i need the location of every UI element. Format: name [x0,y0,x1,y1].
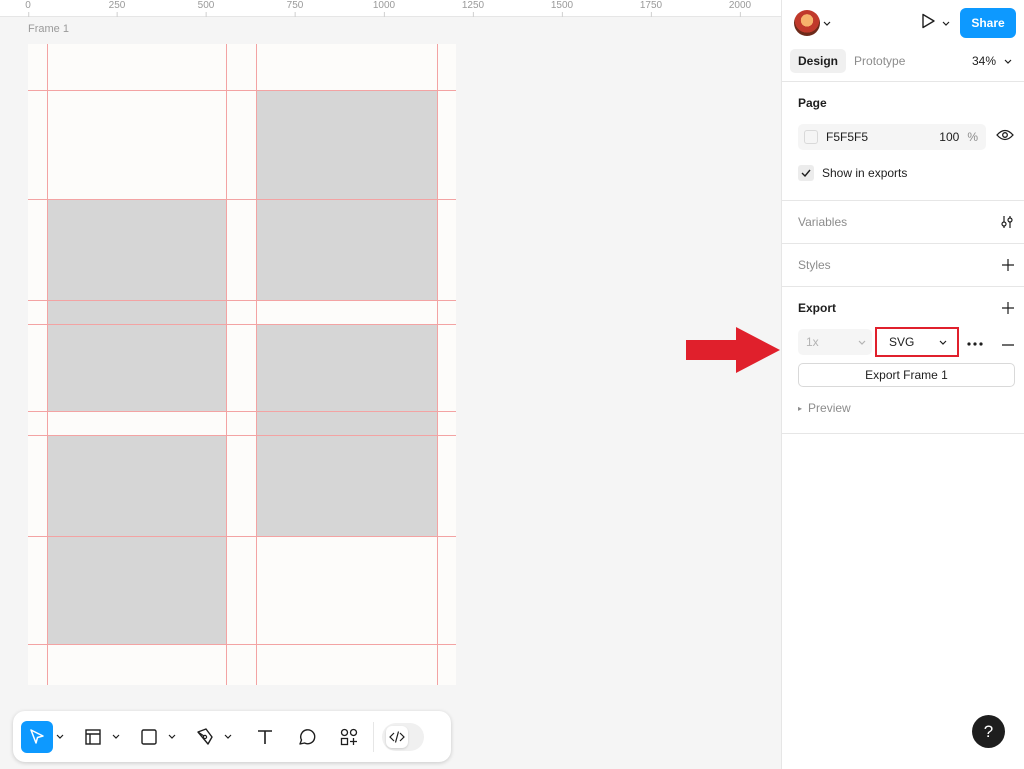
show-in-exports-row[interactable]: Show in exports [798,160,1014,186]
grid-column-line [226,44,227,685]
grid-row-line [28,411,456,412]
pen-icon [189,721,221,753]
remove-export-icon[interactable] [1002,333,1014,351]
comment-icon [291,721,323,753]
grid-row-line [28,90,456,91]
plus-icon[interactable] [1002,259,1014,271]
chevron-right-icon: ▸ [798,403,803,413]
more-options-icon[interactable] [967,333,983,351]
export-section: Export 1x SVG Export Frame 1 ▸ Preview [782,287,1024,434]
styles-section-title: Styles [798,258,831,272]
chevron-down-icon[interactable] [942,14,950,32]
grid-row-line [28,300,456,301]
grid-row-line [28,324,456,325]
design-canvas[interactable]: Frame 1 [0,18,781,769]
frame-name-label[interactable]: Frame 1 [28,23,69,35]
move-tool[interactable] [21,720,67,753]
chevron-down-icon[interactable] [165,734,179,740]
actions-tool[interactable] [333,721,365,753]
bottom-toolbar [13,711,451,762]
grid-column-line [437,44,438,685]
help-button[interactable]: ? [972,715,1005,748]
placeholder-rect[interactable] [257,91,438,300]
placeholder-rect[interactable] [48,435,227,644]
pen-tool[interactable] [189,721,235,753]
share-button[interactable]: Share [960,8,1016,38]
ruler-tick: 1000 [372,0,396,17]
panel-header: Share [782,0,1024,46]
ruler-tick: 2000 [728,0,752,17]
page-color-hex[interactable]: F5F5F5 [826,130,939,144]
actions-icon [333,721,365,753]
variables-section-title: Variables [798,215,848,229]
page-section: Page F5F5F5 100 % Show in exports [782,82,1024,201]
styles-section: Styles [782,244,1024,287]
frame-icon [77,721,109,753]
horizontal-ruler: 0 250 500 750 1000 1250 1500 1750 2000 [0,0,781,17]
export-format-select[interactable]: SVG [875,327,959,357]
chevron-down-icon [1004,54,1012,68]
ruler-tick: 500 [197,0,215,17]
sliders-icon[interactable] [1000,215,1014,229]
preview-label: Preview [808,401,851,415]
preview-toggle[interactable]: ▸ Preview [798,399,1014,417]
eye-icon[interactable] [996,128,1014,147]
rectangle-icon [133,721,165,753]
placeholder-rect[interactable] [48,199,227,411]
panel-tabs: Design Prototype 34% [782,46,1024,82]
ruler-tick: 1500 [550,0,574,17]
properties-panel: Share Design Prototype 34% Page F5F5F5 1… [781,0,1024,769]
opacity-unit: % [967,130,978,144]
chevron-down-icon [939,335,947,349]
text-icon [249,721,281,753]
chevron-down-icon[interactable] [53,734,67,740]
add-export-icon[interactable] [1002,302,1014,314]
ruler-tick: 1750 [639,0,663,17]
chevron-down-icon [858,335,866,349]
grid-column-line [256,44,257,685]
export-format-value: SVG [889,335,915,349]
tab-prototype[interactable]: Prototype [846,49,913,73]
export-frame-button[interactable]: Export Frame 1 [798,363,1015,387]
grid-row-line [28,644,456,645]
ruler-tick: 250 [108,0,126,17]
frame-tool[interactable] [77,721,123,753]
grid-column-line [47,44,48,685]
zoom-dropdown[interactable]: 34% [972,54,1016,68]
code-icon [386,725,408,748]
show-in-exports-label: Show in exports [822,166,908,180]
move-icon [21,720,53,753]
toolbar-divider [373,721,374,752]
page-section-title: Page [798,96,827,110]
grid-row-line [28,435,456,436]
red-arrow-annotation [686,327,780,373]
ruler-tick: 750 [286,0,304,17]
chevron-down-icon[interactable] [109,734,123,740]
show-in-exports-checkbox[interactable] [798,165,814,181]
placeholder-rect[interactable] [257,324,438,536]
comment-tool[interactable] [291,721,323,753]
export-section-title: Export [798,301,837,315]
zoom-level: 34% [971,53,996,68]
play-icon [920,13,936,34]
frame-1[interactable] [28,44,456,685]
ruler-tick: 1250 [461,0,485,17]
ruler-tick: 0 [25,0,31,17]
export-scale-select[interactable]: 1x [798,329,872,355]
page-color-field[interactable]: F5F5F5 100 % [798,124,986,150]
shape-tool[interactable] [133,721,179,753]
page-opacity-value[interactable]: 100 [939,130,959,144]
variables-section: Variables [782,201,1024,244]
present-button[interactable] [920,13,950,34]
grid-row-line [28,199,456,200]
export-scale-value: 1x [806,335,819,349]
chevron-down-icon[interactable] [221,734,235,740]
chevron-down-icon[interactable] [823,14,831,32]
dev-mode-toggle[interactable] [382,722,424,751]
color-swatch[interactable] [804,130,818,144]
grid-row-line [28,536,456,537]
tab-design[interactable]: Design [790,48,847,73]
text-tool[interactable] [249,721,281,753]
avatar[interactable] [794,10,820,36]
